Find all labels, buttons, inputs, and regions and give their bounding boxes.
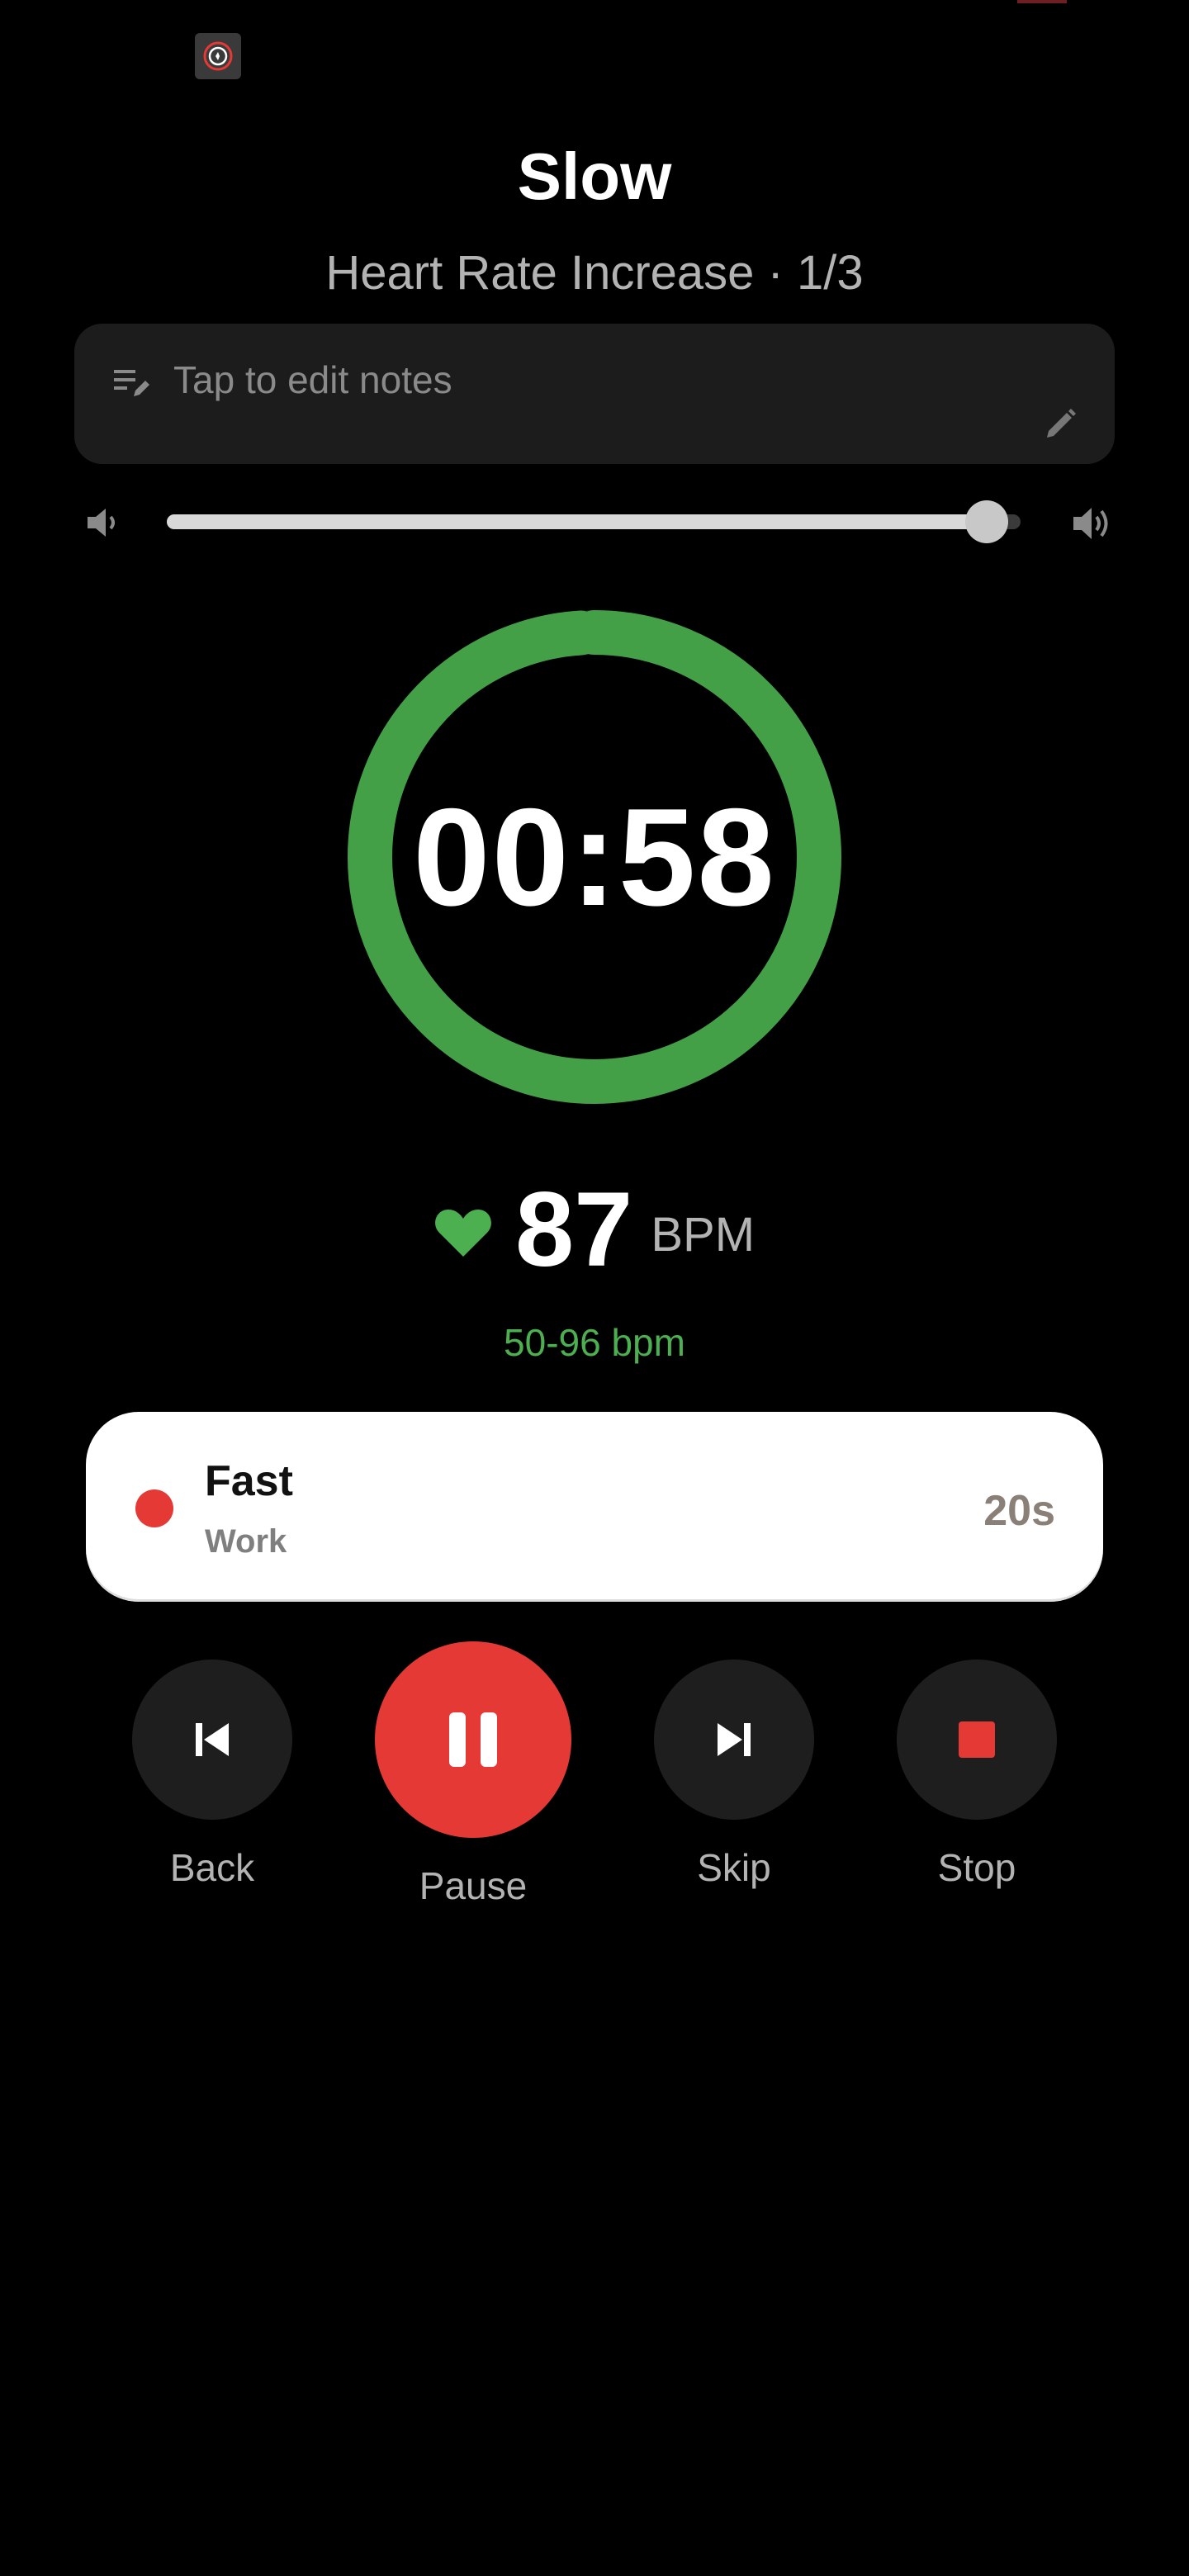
- next-interval-card: Fast Work 20s: [86, 1412, 1103, 1602]
- volume-high-icon[interactable]: [1068, 500, 1115, 547]
- skip-next-icon: [718, 1723, 751, 1756]
- interval-subtitle: Heart Rate Increase · 1/3: [325, 246, 864, 300]
- next-interval-name: Fast: [205, 1457, 293, 1505]
- next-interval-type: Work: [205, 1523, 287, 1560]
- back-label: Back: [169, 1846, 255, 1889]
- stop-button[interactable]: [897, 1660, 1057, 1820]
- heart-rate-zone: 50-96 bpm: [504, 1321, 685, 1364]
- volume-slider-fill: [167, 514, 987, 529]
- notes-placeholder: Tap to edit notes: [173, 358, 452, 401]
- notes-card[interactable]: Tap to edit notes: [74, 324, 1115, 464]
- skip-previous-icon: [196, 1723, 229, 1756]
- stop-label: Stop: [937, 1846, 1016, 1889]
- heart-rate-row: 87 BPM: [0, 1172, 1189, 1288]
- volume-slider[interactable]: [167, 500, 1021, 543]
- heart-rate-unit: BPM: [651, 1207, 756, 1262]
- status-indicator: [1017, 0, 1067, 3]
- heart-icon: [435, 1210, 491, 1257]
- interval-status-dot: [135, 1489, 173, 1527]
- app-notification-icon: [195, 33, 241, 79]
- pause-icon: [449, 1712, 497, 1767]
- heart-rate-value: 87: [514, 1171, 633, 1289]
- volume-low-icon[interactable]: [81, 502, 122, 543]
- next-interval-duration: 20s: [983, 1487, 1055, 1535]
- skip-button[interactable]: [654, 1660, 814, 1820]
- pause-label: Pause: [419, 1864, 528, 1907]
- pause-button[interactable]: [375, 1641, 571, 1838]
- workout-title: Slow: [517, 140, 672, 213]
- notes-icon: [112, 363, 150, 401]
- back-button[interactable]: [132, 1660, 292, 1820]
- timer-display: 00:58: [413, 779, 776, 935]
- skip-label: Skip: [697, 1846, 771, 1889]
- volume-slider-thumb[interactable]: [964, 500, 1008, 543]
- stop-icon: [959, 1721, 995, 1758]
- pencil-icon[interactable]: [1042, 406, 1078, 443]
